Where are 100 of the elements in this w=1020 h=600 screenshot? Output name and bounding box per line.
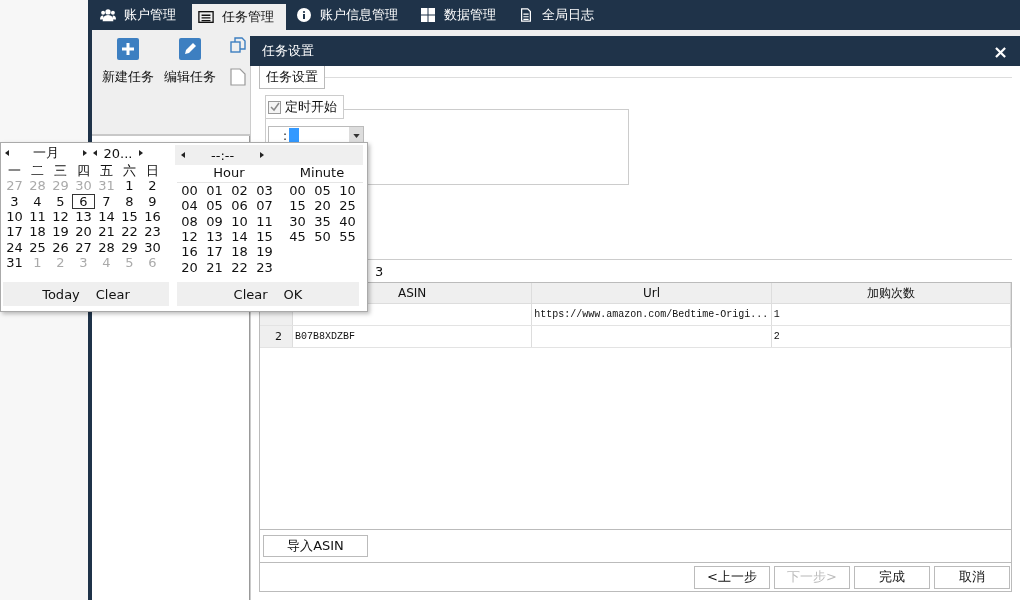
calendar-day[interactable]: 27 bbox=[72, 239, 95, 255]
hour-option[interactable]: 01 bbox=[202, 183, 227, 199]
app-tab[interactable]: 账户管理 bbox=[94, 0, 188, 30]
calendar-day[interactable]: 6 bbox=[72, 193, 95, 209]
calendar-day[interactable]: 20 bbox=[72, 224, 95, 240]
minute-option[interactable]: 25 bbox=[335, 198, 360, 214]
hour-option[interactable]: 20 bbox=[177, 259, 202, 275]
calendar-day[interactable]: 23 bbox=[141, 224, 164, 240]
toolbar-button[interactable]: 新建任务 bbox=[98, 36, 158, 88]
group-tab[interactable]: 任务设置 bbox=[259, 66, 325, 89]
app-tab[interactable]: 任务管理 bbox=[192, 4, 286, 30]
minute-heading: Minute bbox=[281, 165, 363, 183]
weekday-label: 五 bbox=[99, 163, 114, 179]
time-footer-button[interactable]: Clear bbox=[229, 286, 272, 302]
hour-option[interactable]: 15 bbox=[252, 228, 277, 245]
hour-option[interactable]: 19 bbox=[252, 244, 277, 260]
app-tab[interactable]: 全局日志 bbox=[512, 0, 606, 30]
wizard-button[interactable]: 取消 bbox=[934, 565, 1010, 589]
hour-option[interactable]: 02 bbox=[227, 183, 252, 199]
hour-option[interactable]: 05 bbox=[202, 198, 227, 214]
calendar-footer-button[interactable]: Clear bbox=[91, 286, 134, 302]
copy-icon[interactable] bbox=[230, 36, 246, 54]
calendar-day[interactable]: 26 bbox=[49, 239, 72, 255]
hour-option[interactable]: 08 bbox=[177, 213, 202, 229]
app-tab[interactable]: 数据管理 bbox=[414, 0, 508, 30]
calendar-day[interactable]: 1 bbox=[118, 178, 141, 194]
calendar-day[interactable]: 28 bbox=[95, 239, 118, 255]
column-header[interactable]: 加购次数 bbox=[771, 283, 1011, 303]
calendar-day[interactable]: 9 bbox=[141, 193, 164, 209]
hour-option[interactable]: 11 bbox=[252, 213, 277, 229]
minute-option[interactable]: 55 bbox=[335, 228, 360, 245]
next-month-icon[interactable] bbox=[83, 150, 87, 156]
calendar-day[interactable]: 12 bbox=[49, 208, 72, 225]
minute-option[interactable]: 40 bbox=[335, 213, 360, 229]
hour-option[interactable]: 22 bbox=[227, 259, 252, 275]
hour-option[interactable]: 17 bbox=[202, 244, 227, 260]
calendar-day[interactable]: 14 bbox=[95, 208, 118, 225]
hour-option[interactable]: 18 bbox=[227, 244, 252, 260]
schedule-checkbox[interactable]: 定时开始 bbox=[265, 95, 344, 119]
calendar-day[interactable]: 31 bbox=[3, 254, 26, 271]
calendar-day[interactable]: 29 bbox=[118, 239, 141, 255]
calendar-day[interactable]: 19 bbox=[49, 224, 72, 240]
hour-option[interactable]: 10 bbox=[227, 213, 252, 229]
calendar-day[interactable]: 15 bbox=[118, 208, 141, 225]
calendar-day[interactable]: 2 bbox=[141, 178, 164, 194]
hour-option[interactable]: 00 bbox=[177, 183, 202, 199]
hour-option[interactable]: 06 bbox=[227, 198, 252, 214]
next-year-icon[interactable] bbox=[139, 150, 143, 156]
minute-option[interactable]: 00 bbox=[285, 183, 310, 199]
minute-option[interactable]: 05 bbox=[310, 183, 335, 199]
toolbar-button[interactable]: 编辑任务 bbox=[160, 36, 220, 88]
hour-option[interactable]: 12 bbox=[177, 228, 202, 245]
previous-year-icon[interactable] bbox=[93, 150, 97, 156]
next-icon[interactable] bbox=[260, 152, 265, 158]
checkbox-icon[interactable] bbox=[268, 100, 281, 114]
hour-option[interactable]: 07 bbox=[252, 198, 277, 214]
calendar-footer-button[interactable]: Today bbox=[38, 286, 84, 302]
minute-option[interactable]: 10 bbox=[335, 183, 360, 199]
minute-option[interactable]: 20 bbox=[310, 198, 335, 214]
hour-option[interactable]: 16 bbox=[177, 244, 202, 260]
previous-month-icon[interactable] bbox=[5, 150, 9, 156]
calendar-day[interactable]: 24 bbox=[3, 239, 26, 255]
minute-option[interactable]: 50 bbox=[310, 228, 335, 245]
calendar-day[interactable]: 16 bbox=[141, 208, 164, 225]
previous-icon[interactable] bbox=[181, 152, 185, 158]
app-tab[interactable]: 账户信息管理 bbox=[290, 0, 410, 30]
calendar-day[interactable]: 18 bbox=[26, 224, 49, 240]
calendar-day[interactable]: 8 bbox=[118, 193, 141, 209]
calendar-day[interactable]: 5 bbox=[49, 193, 72, 209]
hour-option[interactable]: 09 bbox=[202, 213, 227, 229]
minute-option[interactable]: 35 bbox=[310, 213, 335, 229]
row-header[interactable]: 2 bbox=[260, 326, 293, 347]
calendar-day[interactable]: 11 bbox=[26, 208, 49, 225]
calendar-day[interactable]: 30 bbox=[141, 239, 164, 255]
calendar-day[interactable]: 13 bbox=[72, 208, 95, 225]
column-header[interactable]: Url bbox=[532, 283, 772, 303]
hour-option[interactable]: 14 bbox=[227, 228, 252, 245]
calendar-day[interactable]: 10 bbox=[3, 208, 26, 225]
hour-option[interactable]: 23 bbox=[252, 259, 277, 275]
calendar-day[interactable]: 22 bbox=[118, 224, 141, 240]
table-row[interactable]: 2 B07B8XDZBF 2 bbox=[260, 326, 1011, 348]
hour-option[interactable]: 13 bbox=[202, 228, 227, 245]
calendar-day[interactable]: 21 bbox=[95, 224, 118, 240]
year-label[interactable]: 20... bbox=[103, 145, 133, 161]
hour-option[interactable]: 21 bbox=[202, 259, 227, 275]
calendar-day[interactable]: 3 bbox=[3, 193, 26, 209]
wizard-button[interactable]: <上一步 bbox=[694, 565, 770, 589]
calendar-day[interactable]: 7 bbox=[95, 193, 118, 209]
minute-option[interactable]: 45 bbox=[285, 228, 310, 245]
hour-option[interactable]: 04 bbox=[177, 198, 202, 214]
minute-option[interactable]: 15 bbox=[285, 198, 310, 214]
calendar-day[interactable]: 4 bbox=[26, 193, 49, 209]
import-button[interactable]: 导入ASIN bbox=[263, 535, 368, 557]
month-label[interactable]: 一月 bbox=[15, 144, 77, 162]
hour-option[interactable]: 03 bbox=[252, 183, 277, 199]
minute-option[interactable]: 30 bbox=[285, 213, 310, 229]
calendar-day[interactable]: 25 bbox=[26, 239, 49, 255]
close-button[interactable]: × bbox=[988, 40, 1012, 62]
wizard-button[interactable]: 完成 bbox=[854, 565, 930, 589]
calendar-day[interactable]: 17 bbox=[3, 224, 26, 240]
